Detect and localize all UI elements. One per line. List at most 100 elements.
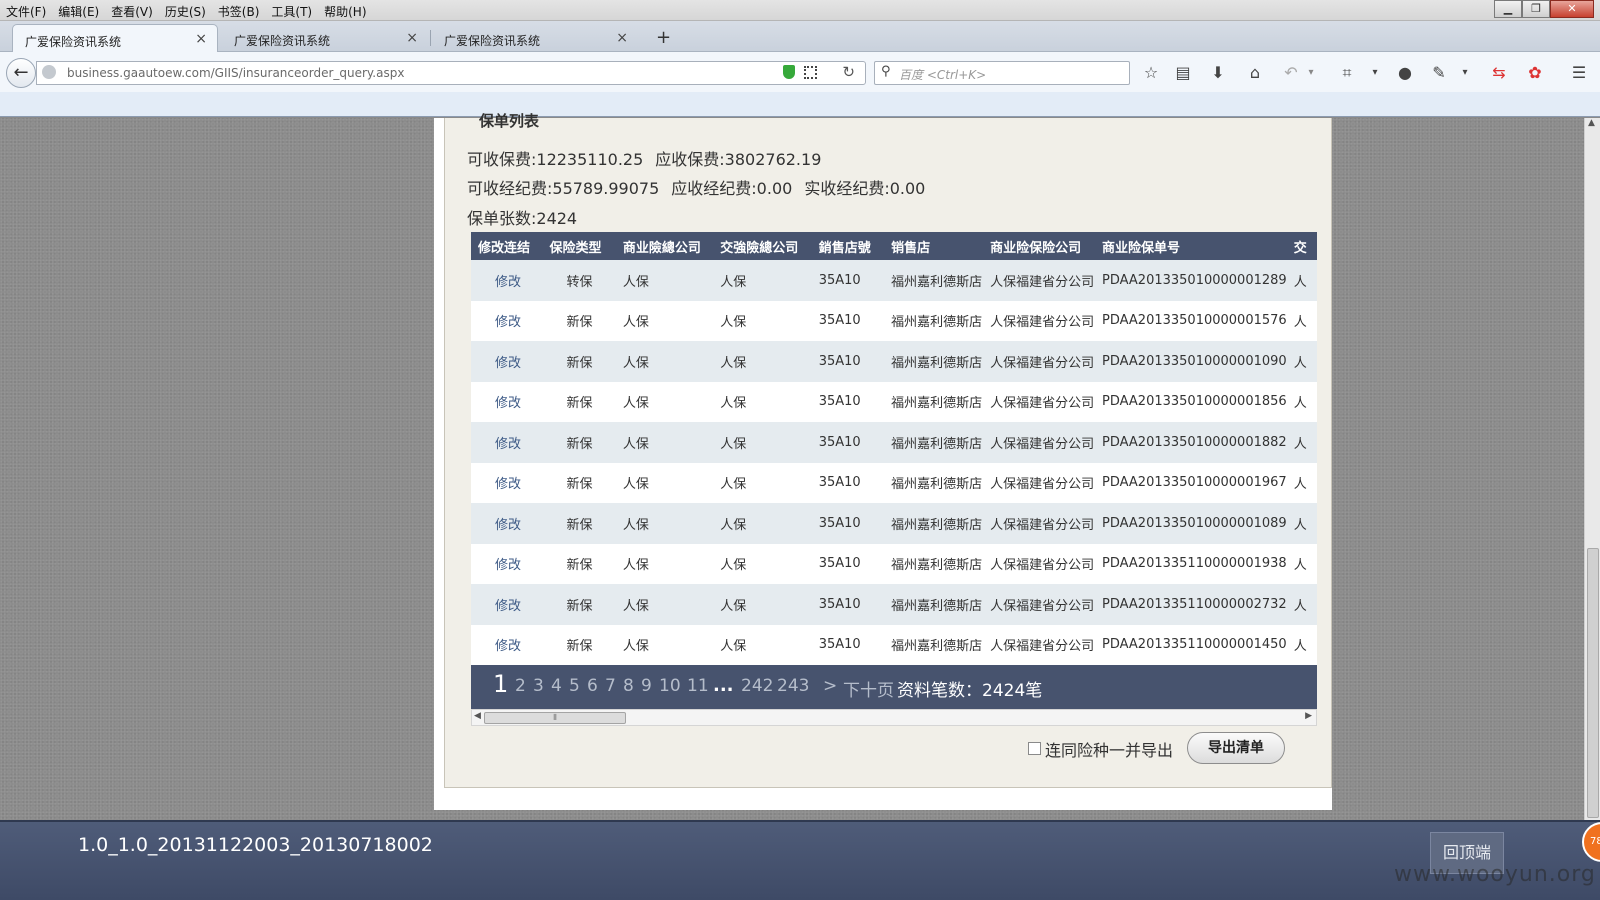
tab-2[interactable]: 广爱保险资讯系统 × — [222, 24, 428, 52]
maximize-icon[interactable]: ❐ — [1522, 0, 1550, 18]
cell-commercial-company: 人保 — [615, 381, 714, 422]
address-bar[interactable]: business.gaautoew.com/GIIS/insuranceorde… — [36, 61, 866, 85]
undo-icon[interactable]: ↶ — [1280, 62, 1302, 84]
cell-insurance-type: 新保 — [542, 543, 616, 584]
cell-store: 福州嘉利德斯店 — [884, 341, 984, 382]
menu-bookmarks[interactable]: 书签(B) — [212, 0, 266, 20]
page-link[interactable]: 242 — [741, 676, 773, 696]
chat-icon[interactable]: ● — [1394, 62, 1416, 84]
tab-1[interactable]: 广爱保险资讯系统 × — [12, 24, 218, 52]
cell-compulsory: 人 — [1286, 462, 1317, 503]
search-placeholder: 百度 <Ctrl+K> — [899, 68, 987, 82]
page-link[interactable]: 5 — [569, 676, 580, 696]
menu-view[interactable]: 查看(V) — [105, 0, 159, 20]
scroll-right-icon[interactable]: ▶ — [1305, 711, 1312, 721]
edit-link[interactable]: 修改 — [471, 260, 543, 301]
page-link[interactable]: 3 — [533, 676, 544, 696]
edit-link[interactable]: 修改 — [471, 300, 543, 341]
edit-link[interactable]: 修改 — [471, 341, 543, 382]
page-link[interactable]: 9 — [641, 676, 652, 696]
close-tab-icon[interactable]: × — [195, 32, 207, 46]
close-tab-icon[interactable]: × — [616, 31, 628, 45]
version-text: 1.0_1.0_20131122003_20130718002 — [78, 834, 433, 856]
page-link[interactable]: 11 — [687, 676, 709, 696]
close-tab-icon[interactable]: × — [406, 31, 418, 45]
page-link[interactable]: 8 — [623, 676, 634, 696]
page-link[interactable]: 10 — [659, 676, 681, 696]
tab-label: 广爱保险资讯系统 — [25, 35, 122, 49]
page-ellipsis[interactable]: ... — [713, 675, 734, 696]
export-with-coverage-checkbox[interactable] — [1028, 742, 1041, 755]
notification-badge[interactable]: 78 — [1582, 822, 1600, 862]
chevron-down-icon[interactable]: ▾ — [1364, 62, 1386, 84]
edit-link[interactable]: 修改 — [471, 624, 543, 665]
cell-policy-no: PDAA201335010000001089 — [1095, 503, 1287, 544]
tab-3[interactable]: 广爱保险资讯系统 × — [432, 24, 638, 52]
addon-icon[interactable]: ✿ — [1524, 62, 1546, 84]
table-row: 修改 新保 人保 人保 35A10 福州嘉利德斯店 人保福建省分公司 PDAA20133501… — [471, 422, 1317, 463]
cell-store-code: 35A10 — [811, 260, 885, 301]
edit-link[interactable]: 修改 — [471, 462, 543, 503]
new-tab-button[interactable]: + — [656, 27, 671, 48]
cell-insurance-type: 新保 — [542, 381, 616, 422]
site-identity-icon[interactable] — [42, 65, 56, 79]
download-icon[interactable]: ⬇ — [1207, 62, 1229, 84]
page-link[interactable]: 2 — [515, 676, 526, 696]
cell-policy-no: PDAA201335110000002732 — [1095, 584, 1287, 625]
table-row: 修改 新保 人保 人保 35A10 福州嘉利德斯店 人保福建省分公司 PDAA20133501… — [471, 341, 1317, 382]
menu-help[interactable]: 帮助(H) — [318, 0, 372, 20]
vertical-scrollbar[interactable]: ▲ — [1584, 118, 1600, 820]
qrcode-icon[interactable] — [804, 66, 817, 79]
cell-policy-no: PDAA201335110000001450 — [1095, 624, 1287, 665]
page-link[interactable]: 7 — [605, 676, 616, 696]
cell-branch: 人保福建省分公司 — [983, 260, 1096, 301]
crop-icon[interactable]: ⌗ — [1336, 62, 1358, 84]
bookmark-star-icon[interactable]: ☆ — [1140, 62, 1162, 84]
cell-branch: 人保福建省分公司 — [983, 584, 1096, 625]
close-window-icon[interactable]: ✕ — [1550, 0, 1594, 18]
scroll-left-icon[interactable]: ◀ — [474, 711, 481, 721]
edit-link[interactable]: 修改 — [471, 584, 543, 625]
export-list-button[interactable]: 导出清单 — [1187, 732, 1285, 764]
page-link[interactable]: 243 — [777, 676, 809, 696]
menu-history[interactable]: 历史(S) — [159, 0, 212, 20]
menu-file[interactable]: 文件(F) — [0, 0, 52, 20]
search-input[interactable]: ⚲ 百度 <Ctrl+K> — [874, 61, 1130, 85]
cell-compulsory: 人 — [1286, 624, 1317, 665]
minimize-icon[interactable]: ▁ — [1494, 0, 1522, 18]
chevron-down-icon[interactable]: ▾ — [1454, 62, 1476, 84]
reading-list-icon[interactable]: ▤ — [1172, 62, 1194, 84]
cell-branch: 人保福建省分公司 — [983, 341, 1096, 382]
scrollbar-thumb[interactable]: ⦀ — [484, 712, 626, 724]
extension-icon[interactable]: ✎ — [1428, 62, 1450, 84]
edit-link[interactable]: 修改 — [471, 543, 543, 584]
next-ten-pages-link[interactable]: 下十页 — [843, 676, 894, 701]
page-link[interactable]: 4 — [551, 676, 562, 696]
page-current: 1 — [493, 670, 509, 698]
back-button[interactable]: ← — [6, 58, 36, 88]
horizontal-scrollbar[interactable]: ◀ ⦀ ▶ — [471, 709, 1317, 726]
cell-store-code: 35A10 — [811, 584, 885, 625]
home-icon[interactable]: ⌂ — [1244, 62, 1266, 84]
menu-bar: 文件(F) 编辑(E) 查看(V) 历史(S) 书签(B) 工具(T) 帮助(H) ▁ ❐ … — [0, 0, 1600, 21]
cell-policy-no: PDAA201335010000001882 — [1095, 422, 1287, 463]
scrollbar-thumb[interactable] — [1587, 548, 1599, 818]
cell-branch: 人保福建省分公司 — [983, 624, 1096, 665]
edit-link[interactable]: 修改 — [471, 422, 543, 463]
reload-icon[interactable]: ↻ — [842, 63, 855, 81]
page-link[interactable]: 6 — [587, 676, 598, 696]
edit-link[interactable]: 修改 — [471, 503, 543, 544]
edit-link[interactable]: 修改 — [471, 381, 543, 422]
menu-tools[interactable]: 工具(T) — [265, 0, 318, 20]
shield-icon[interactable] — [783, 65, 795, 79]
chevron-down-icon[interactable]: ▾ — [1300, 62, 1322, 84]
cell-branch: 人保福建省分公司 — [983, 300, 1096, 341]
menu-edit[interactable]: 编辑(E) — [52, 0, 105, 20]
scroll-up-icon[interactable]: ▲ — [1588, 118, 1595, 128]
cell-policy-no: PDAA201335010000001090 — [1095, 341, 1287, 382]
due-brokerage: 应收经纪费:0.00 — [671, 179, 793, 198]
hamburger-menu-icon[interactable]: ☰ — [1568, 62, 1590, 84]
next-page-link[interactable]: > — [823, 676, 837, 696]
cell-commercial-company: 人保 — [615, 300, 714, 341]
sync-icon[interactable]: ⇆ — [1488, 62, 1510, 84]
